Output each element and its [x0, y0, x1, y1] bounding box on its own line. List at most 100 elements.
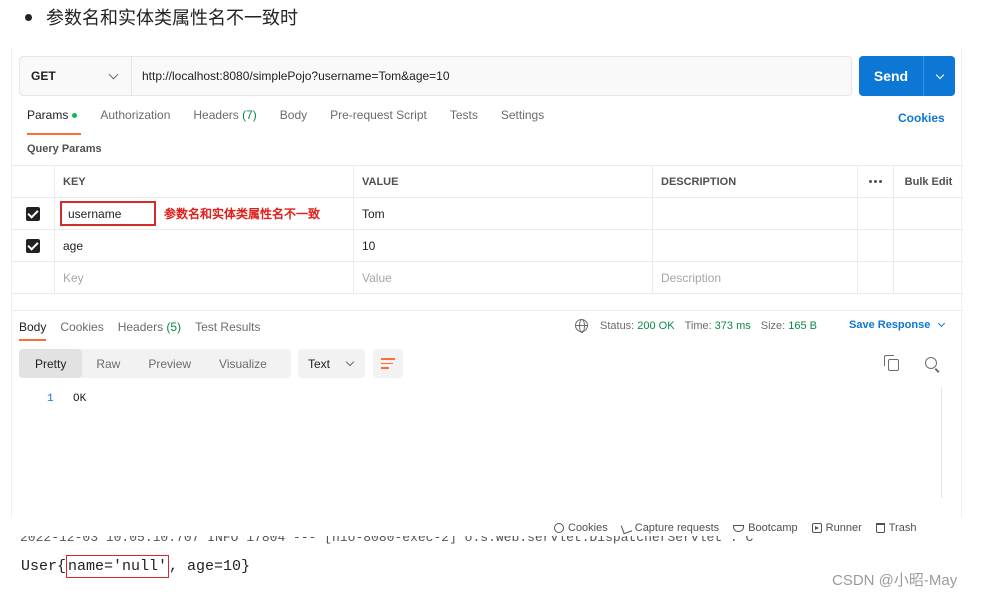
tab-response-headers[interactable]: Headers (5)	[118, 320, 181, 334]
highlight-box: username	[60, 201, 156, 226]
console-cut-line: 2022-12-03 10:05:10.707 INFO 17804 --- […	[20, 536, 970, 544]
request-bar: GET http://localhost:8080/simplePojo?use…	[19, 56, 852, 96]
value-cell[interactable]: 10	[354, 230, 653, 261]
row-checkbox-cell	[12, 230, 55, 261]
response-tabs: Body Cookies Headers (5) Test Results	[19, 320, 274, 341]
console-prefix: User{	[21, 557, 67, 575]
spacer-cell	[894, 198, 963, 229]
row-checkbox-cell	[12, 198, 55, 229]
bullet-icon	[25, 13, 32, 21]
tab-response-headers-label: Headers	[117, 320, 164, 334]
watermark: CSDN @小昭-May	[832, 572, 958, 589]
save-response-button[interactable]: Save Response	[849, 319, 946, 331]
statusbar-runner[interactable]: Runner	[811, 522, 862, 534]
column-value: VALUE	[354, 166, 653, 197]
description-placeholder[interactable]: Description	[653, 262, 858, 293]
chevron-down-icon	[935, 70, 944, 79]
heading-line: 参数名和实体类属性名不一致时	[22, 4, 298, 30]
table-row: username 参数名和实体类属性名不一致 Tom	[12, 198, 963, 230]
wrap-lines-button[interactable]	[373, 349, 403, 378]
spacer-cell	[858, 262, 894, 293]
params-table: KEY VALUE DESCRIPTION Bulk Edit username…	[12, 165, 963, 294]
tab-headers-label: Headers	[193, 108, 239, 122]
tab-params-label: Params	[27, 108, 69, 122]
time-value[interactable]: 373 ms	[715, 320, 751, 332]
view-raw[interactable]: Raw	[82, 349, 134, 378]
row-checkbox[interactable]	[26, 238, 40, 253]
wrap-line-icon	[381, 358, 395, 360]
request-tabs: Params Authorization Headers (7) Body Pr…	[27, 108, 567, 135]
search-icon[interactable]	[925, 357, 937, 369]
view-mode-segment: Pretty Raw Preview Visualize	[19, 349, 291, 378]
send-options-button[interactable]	[923, 56, 955, 96]
statusbar-bootcamp[interactable]: Bootcamp	[733, 522, 798, 534]
method-select[interactable]: GET	[20, 57, 132, 95]
column-key: KEY	[55, 166, 354, 197]
statusbar-bootcamp-label: Bootcamp	[748, 522, 798, 534]
response-editor[interactable]: 1 OK	[12, 388, 963, 508]
line-number: 1	[47, 393, 54, 405]
row-checkbox[interactable]	[26, 206, 40, 221]
url-input[interactable]: http://localhost:8080/simplePojo?usernam…	[132, 57, 851, 95]
view-preview[interactable]: Preview	[134, 349, 205, 378]
tab-test-results[interactable]: Test Results	[195, 320, 260, 334]
format-label: Text	[308, 356, 331, 371]
view-visualize[interactable]: Visualize	[205, 349, 281, 378]
status-value[interactable]: 200 OK	[637, 320, 674, 332]
tab-headers[interactable]: Headers (7)	[193, 108, 256, 130]
description-cell[interactable]	[653, 198, 858, 229]
send-button[interactable]: Send	[859, 56, 955, 96]
more-options-button[interactable]	[858, 166, 894, 197]
tab-prerequest-script[interactable]: Pre-request Script	[330, 108, 427, 130]
status-label: Status:	[600, 319, 635, 332]
statusbar-runner-label: Runner	[825, 522, 862, 534]
copy-icon[interactable]	[884, 355, 899, 371]
table-row-empty: Key Value Description	[12, 262, 963, 294]
tab-headers-count: (7)	[242, 108, 257, 122]
spacer-cell	[858, 198, 894, 229]
params-header-row: KEY VALUE DESCRIPTION Bulk Edit	[12, 165, 963, 198]
chevron-down-icon	[938, 319, 946, 328]
value-placeholder[interactable]: Value	[354, 262, 653, 293]
statusbar-trash[interactable]: Trash	[875, 522, 916, 534]
tab-body[interactable]: Body	[280, 108, 307, 130]
tab-tests[interactable]: Tests	[450, 108, 478, 130]
time-label: Time:	[684, 319, 712, 332]
tab-response-body[interactable]: Body	[19, 320, 47, 341]
console-log-fragment: 2022-12-03 10:05:10.707 INFO 17804 --- […	[20, 536, 754, 544]
response-status: Status: 200 OK Time: 373 ms Size: 165 B	[575, 319, 827, 333]
tab-params[interactable]: Params	[27, 108, 82, 135]
statusbar-capture[interactable]: Capture requests	[620, 522, 719, 534]
cookie-icon	[554, 523, 564, 533]
globe-icon[interactable]	[575, 319, 588, 333]
editor-scrollbar[interactable]	[941, 388, 942, 498]
key-cell[interactable]: age	[55, 230, 354, 261]
active-dot-icon	[72, 113, 78, 119]
annotation-text: 参数名和实体类属性名不一致	[164, 207, 321, 221]
size-value[interactable]: 165 B	[788, 320, 817, 332]
tab-response-headers-count: (5)	[166, 320, 182, 334]
statusbar-cookies[interactable]: Cookies	[554, 522, 608, 534]
runner-icon	[811, 523, 822, 533]
tab-authorization[interactable]: Authorization	[100, 108, 170, 130]
format-dropdown[interactable]: Text	[298, 349, 365, 378]
header-checkbox-cell	[12, 166, 55, 197]
tab-settings[interactable]: Settings	[501, 108, 544, 130]
key-cell[interactable]: username 参数名和实体类属性名不一致	[55, 198, 354, 229]
spacer-cell	[894, 262, 963, 293]
capture-icon	[620, 522, 633, 534]
statusbar-cookies-label: Cookies	[568, 522, 608, 534]
size-label: Size:	[760, 319, 786, 332]
console-highlight: name='null'	[66, 554, 170, 578]
trash-icon	[875, 523, 885, 533]
value-cell[interactable]: Tom	[354, 198, 653, 229]
row-checkbox-cell	[12, 262, 55, 293]
console-suffix: , age=10}	[169, 557, 251, 575]
response-text: OK	[73, 393, 87, 405]
view-pretty[interactable]: Pretty	[19, 349, 83, 378]
tab-response-cookies[interactable]: Cookies	[60, 320, 103, 334]
bulk-edit-button[interactable]: Bulk Edit	[894, 166, 963, 197]
key-placeholder[interactable]: Key	[55, 262, 354, 293]
cookies-link[interactable]: Cookies	[898, 111, 945, 125]
description-cell[interactable]	[653, 230, 858, 261]
